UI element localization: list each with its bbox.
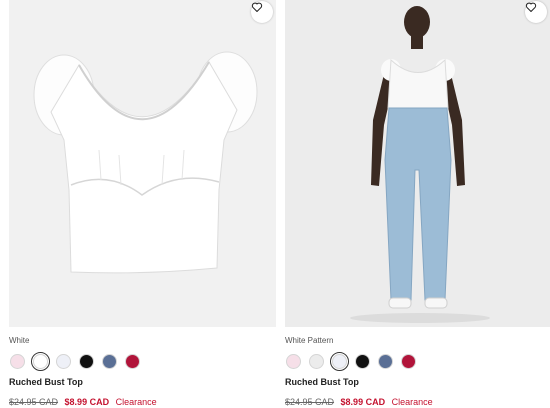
sale-price: $8.99 CAD (64, 397, 110, 407)
color-name: White (9, 336, 30, 345)
swatch-white[interactable] (31, 352, 50, 371)
clearance-badge: Clearance (391, 397, 433, 407)
swatch-white-pattern[interactable] (56, 354, 71, 369)
color-swatches (10, 352, 140, 371)
product-card-1[interactable]: White Ruched Bust Top $24.95 CAD $8.99 C… (9, 0, 276, 408)
wishlist-button[interactable] (525, 1, 547, 23)
wishlist-button[interactable] (251, 1, 273, 23)
product-image[interactable] (9, 0, 276, 327)
heart-icon (525, 2, 537, 12)
swatch-white[interactable] (309, 354, 324, 369)
swatch-pink[interactable] (286, 354, 301, 369)
swatch-blue-pattern[interactable] (378, 354, 393, 369)
original-price: $24.95 CAD (9, 397, 59, 407)
product-name[interactable]: Ruched Bust Top (9, 377, 83, 387)
swatch-blue-pattern[interactable] (102, 354, 117, 369)
product-photo-white-top (9, 0, 276, 327)
price-row: $24.95 CAD $8.99 CAD Clearance (9, 397, 157, 407)
color-name: White Pattern (285, 336, 334, 345)
price-row: $24.95 CAD $8.99 CAD Clearance (285, 397, 433, 407)
product-photo-model (285, 0, 550, 327)
swatch-black[interactable] (79, 354, 94, 369)
swatch-white-pattern[interactable] (330, 352, 349, 371)
swatch-black[interactable] (355, 354, 370, 369)
product-card-2[interactable]: White Pattern Ruched Bust Top $24.95 CAD… (285, 0, 550, 408)
swatch-red[interactable] (401, 354, 416, 369)
swatch-red[interactable] (125, 354, 140, 369)
product-image[interactable] (285, 0, 550, 327)
product-name[interactable]: Ruched Bust Top (285, 377, 359, 387)
original-price: $24.95 CAD (285, 397, 335, 407)
swatch-pink[interactable] (10, 354, 25, 369)
sale-price: $8.99 CAD (340, 397, 386, 407)
color-swatches (286, 352, 416, 371)
clearance-badge: Clearance (115, 397, 157, 407)
heart-icon (251, 2, 263, 12)
